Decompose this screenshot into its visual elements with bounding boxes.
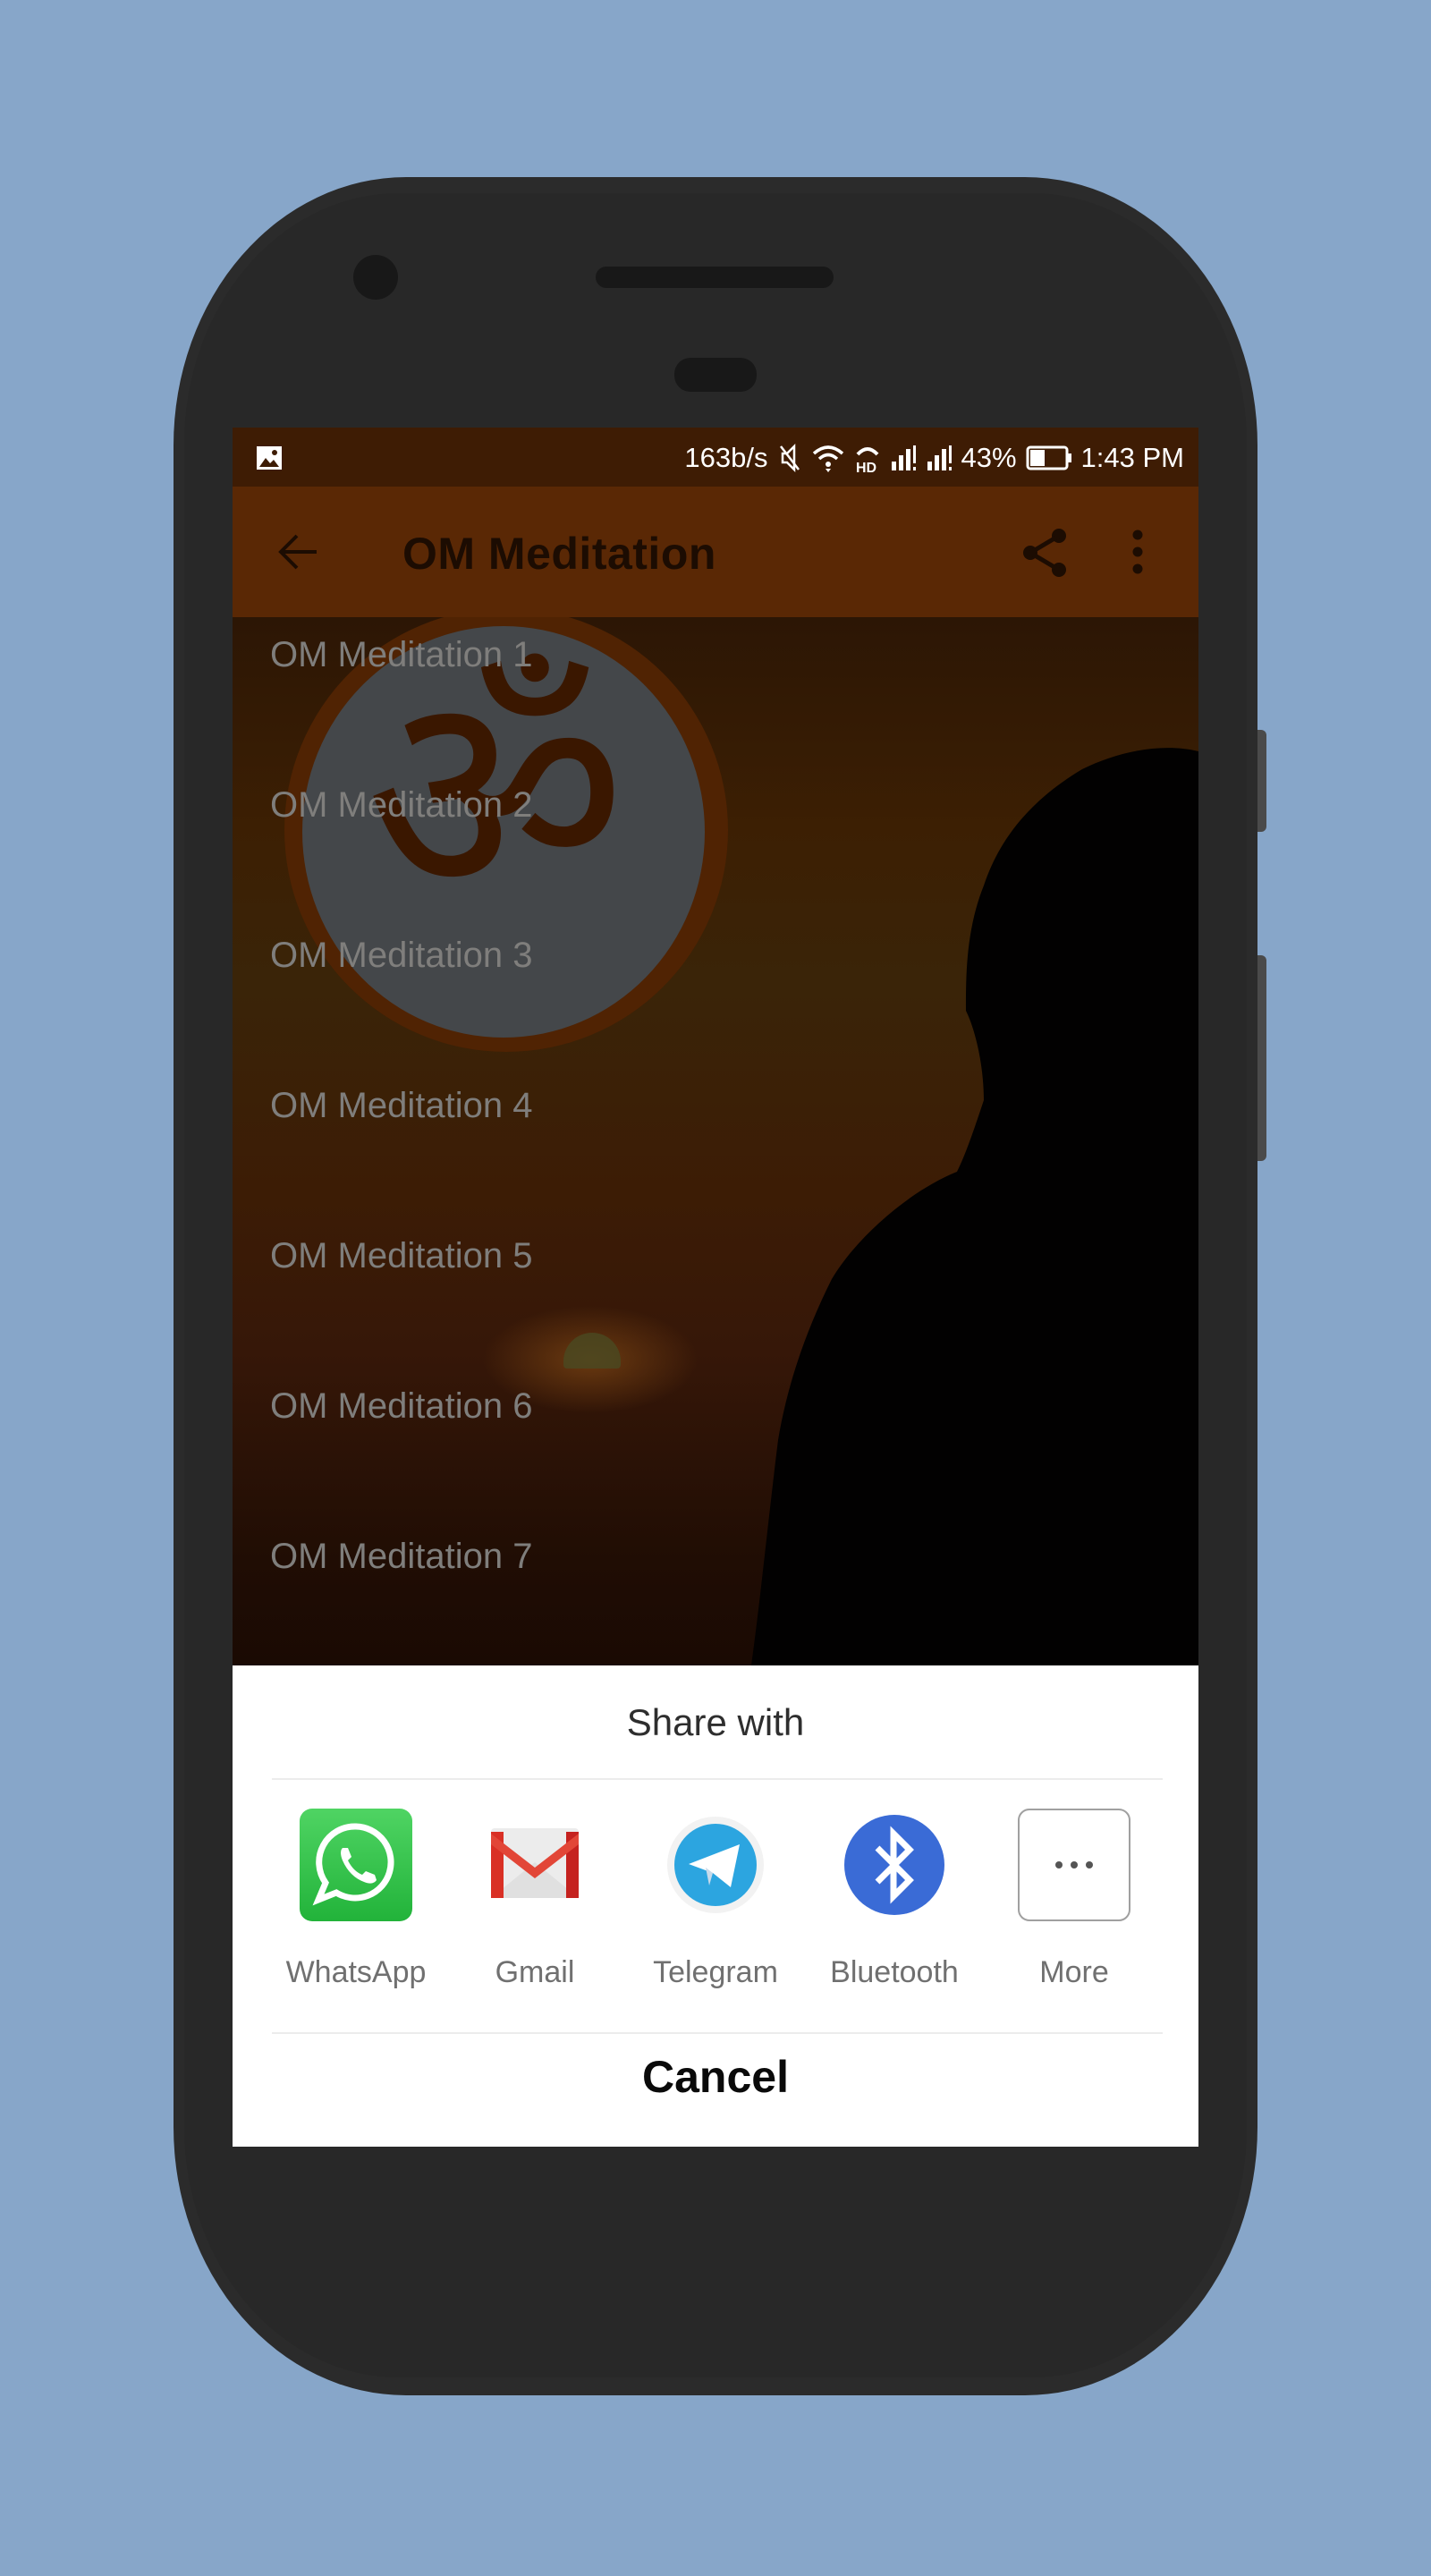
battery-percent: 43% (961, 442, 1017, 473)
earpiece-speaker (596, 267, 834, 288)
share-target-label: Gmail (495, 1955, 575, 1989)
share-target-telegram[interactable]: Telegram (639, 1809, 792, 1996)
list-item[interactable]: OM Meditation 2 (270, 785, 532, 839)
network-speed: 163b/s (684, 442, 768, 473)
app-bar: OM Meditation (233, 487, 1198, 617)
sun (563, 1333, 621, 1368)
image-icon (256, 445, 283, 470)
share-sheet: Share with WhatsApp Gmail Telegram Bluet… (233, 1665, 1198, 2147)
signal-icon-2 (926, 444, 953, 472)
hd-call-icon: HD (854, 442, 881, 474)
share-icon[interactable] (1021, 528, 1070, 578)
cancel-button[interactable]: Cancel (233, 2032, 1198, 2122)
front-camera (353, 255, 398, 300)
share-target-bluetooth[interactable]: Bluetooth (818, 1809, 970, 1996)
share-target-more[interactable]: More (998, 1809, 1150, 1996)
list-item[interactable]: OM Meditation 1 (270, 635, 532, 689)
meditating-silhouette (751, 748, 1198, 1665)
more-horizontal-icon (1018, 1809, 1130, 1921)
screen: 163b/s HD 43% 1:43 PM OM Meditation ॐ OM… (233, 428, 1198, 2147)
bluetooth-icon (838, 1809, 951, 1921)
share-target-label: Bluetooth (830, 1955, 959, 1989)
share-target-label: More (1039, 1955, 1109, 1989)
background-image: ॐ OM Meditation 1 OM Meditation 2 OM Med… (233, 617, 1198, 1665)
arrow-left-icon[interactable] (277, 533, 320, 571)
share-target-label: Telegram (653, 1955, 778, 1989)
battery-icon (1026, 445, 1072, 471)
list-item[interactable]: OM Meditation 5 (270, 1236, 532, 1290)
proximity-sensor (674, 358, 757, 392)
divider (272, 1778, 1163, 1780)
telegram-icon (659, 1809, 772, 1921)
more-vertical-icon[interactable] (1130, 530, 1145, 574)
mute-icon (777, 443, 802, 473)
share-target-whatsapp[interactable]: WhatsApp (280, 1809, 432, 1996)
list-item[interactable]: OM Meditation 3 (270, 936, 532, 989)
status-bar: 163b/s HD 43% 1:43 PM (233, 428, 1198, 487)
svg-text:HD: HD (856, 461, 876, 474)
share-target-label: WhatsApp (285, 1955, 427, 1989)
wifi-icon (811, 443, 845, 473)
gmail-icon (478, 1809, 591, 1921)
share-sheet-title: Share with (626, 1701, 805, 1743)
list-item[interactable]: OM Meditation 7 (270, 1537, 532, 1590)
clock: 1:43 PM (1080, 442, 1184, 473)
page-title: OM Meditation (402, 529, 716, 579)
signal-icon-1 (890, 444, 917, 472)
list-item[interactable]: OM Meditation 6 (270, 1386, 532, 1440)
list-item[interactable]: OM Meditation 4 (270, 1086, 532, 1140)
whatsapp-icon (300, 1809, 412, 1921)
share-target-gmail[interactable]: Gmail (459, 1809, 611, 1996)
